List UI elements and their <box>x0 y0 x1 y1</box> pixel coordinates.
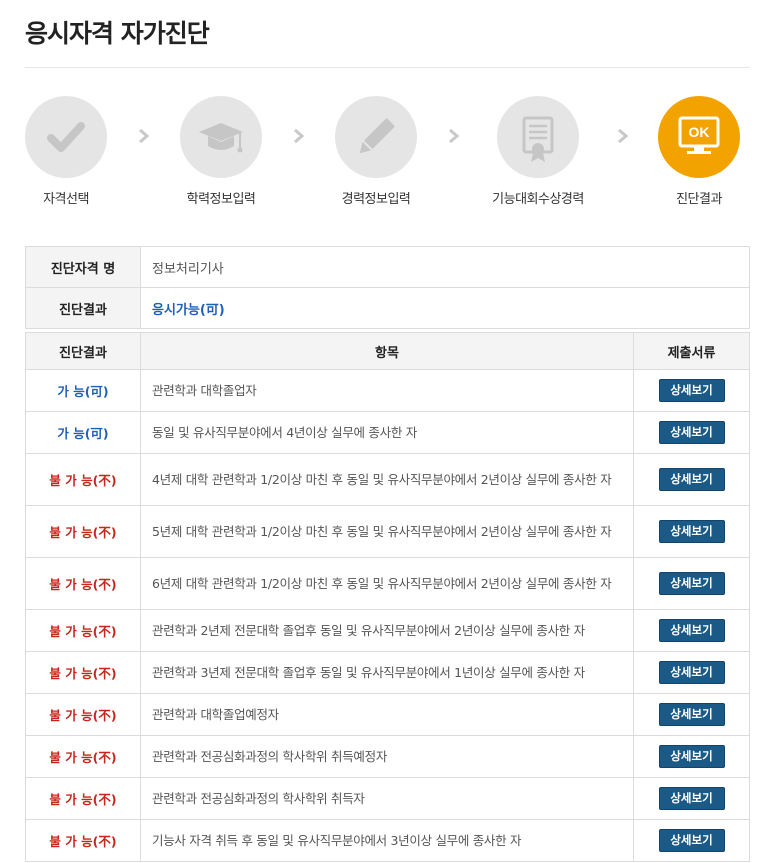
page-title: 응시자격 자가진단 <box>25 19 210 48</box>
row-documents: 상세보기 <box>633 777 750 820</box>
chevron-right-icon <box>618 128 629 144</box>
table-row: 불 가 능(不) 6년제 대학 관련학과 1/2이상 마친 후 동일 및 유사직무… <box>25 557 750 610</box>
step-career: 경력정보입력 <box>301 96 451 207</box>
detail-button[interactable]: 상세보기 <box>658 703 725 726</box>
row-documents: 상세보기 <box>633 453 750 506</box>
summary-row: 진단자격 명 정보처리기사 <box>25 246 750 288</box>
row-result: 가 능(可) <box>25 411 141 454</box>
row-result: 가 능(可) <box>25 369 141 412</box>
check-icon <box>47 122 85 152</box>
detail-button[interactable]: 상세보기 <box>658 829 725 852</box>
row-item: 관련학과 대학졸업자 <box>140 369 634 412</box>
row-item: 관련학과 전공심화과정의 학사학위 취득예정자 <box>140 735 634 778</box>
row-item: 관련학과 전공심화과정의 학사학위 취득자 <box>140 777 634 820</box>
step-circle <box>497 96 579 178</box>
certificate-icon <box>522 116 554 162</box>
chevron-right-icon <box>294 128 305 144</box>
row-documents: 상세보기 <box>633 819 750 862</box>
row-documents: 상세보기 <box>633 609 750 652</box>
table-row: 불 가 능(不) 기능사 자격 취득 후 동일 및 유사직무분야에서 3년이상 실… <box>25 819 750 862</box>
step-education: 학력정보입력 <box>146 96 296 207</box>
detail-button[interactable]: 상세보기 <box>658 745 725 768</box>
row-item: 5년제 대학 관련학과 1/2이상 마친 후 동일 및 유사직무분야에서 2년이… <box>140 505 634 558</box>
row-documents: 상세보기 <box>633 693 750 736</box>
row-documents: 상세보기 <box>633 411 750 454</box>
summary-table: 진단자격 명 정보처리기사 진단결과 응시가능(可) <box>25 246 750 329</box>
row-item: 관련학과 3년제 전문대학 졸업후 동일 및 유사직무분야에서 1년이상 실무에… <box>140 651 634 694</box>
chevron-right-icon <box>449 128 460 144</box>
table-row: 불 가 능(不) 관련학과 2년제 전문대학 졸업후 동일 및 유사직무분야에서 … <box>25 609 750 652</box>
chevron-right-icon <box>139 128 150 144</box>
row-item: 기능사 자격 취득 후 동일 및 유사직무분야에서 3년이상 실무에 종사한 자 <box>140 819 634 862</box>
row-result: 불 가 능(不) <box>25 453 141 506</box>
table-row: 불 가 능(不) 4년제 대학 관련학과 1/2이상 마친 후 동일 및 유사직무… <box>25 453 750 506</box>
table-row: 불 가 능(不) 관련학과 대학졸업예정자 상세보기 <box>25 693 750 736</box>
row-documents: 상세보기 <box>633 557 750 610</box>
row-result: 불 가 능(不) <box>25 819 141 862</box>
detail-button[interactable]: 상세보기 <box>658 468 725 491</box>
detail-button[interactable]: 상세보기 <box>658 379 725 402</box>
qualification-value: 정보처리기사 <box>140 246 750 288</box>
table-row: 불 가 능(不) 관련학과 3년제 전문대학 졸업후 동일 및 유사직무분야에서 … <box>25 651 750 694</box>
table-row: 가 능(可) 동일 및 유사직무분야에서 4년이상 실무에 종사한 자 상세보기 <box>25 411 750 454</box>
criteria-table: 진단결과 항목 제출서류 가 능(可) 관련학과 대학졸업자 상세보기 가 능(可) 동… <box>25 332 750 862</box>
row-item: 6년제 대학 관련학과 1/2이상 마친 후 동일 및 유사직무분야에서 2년이… <box>140 557 634 610</box>
detail-button[interactable]: 상세보기 <box>658 520 725 543</box>
row-result: 불 가 능(不) <box>25 693 141 736</box>
row-item: 동일 및 유사직무분야에서 4년이상 실무에 종사한 자 <box>140 411 634 454</box>
table-row: 불 가 능(不) 관련학과 전공심화과정의 학사학위 취득자 상세보기 <box>25 777 750 820</box>
step-label: 경력정보입력 <box>341 192 411 207</box>
column-header-documents: 제출서류 <box>633 332 750 370</box>
table-row: 가 능(可) 관련학과 대학졸업자 상세보기 <box>25 369 750 412</box>
row-documents: 상세보기 <box>633 369 750 412</box>
row-item: 4년제 대학 관련학과 1/2이상 마친 후 동일 및 유사직무분야에서 2년이… <box>140 453 634 506</box>
graduation-cap-icon <box>199 123 243 153</box>
step-label: 자격선택 <box>43 192 89 207</box>
row-result: 불 가 능(不) <box>25 609 141 652</box>
row-result: 불 가 능(不) <box>25 777 141 820</box>
row-documents: 상세보기 <box>633 651 750 694</box>
row-result: 불 가 능(不) <box>25 505 141 558</box>
column-header-item: 항목 <box>140 332 634 370</box>
step-circle <box>25 96 107 178</box>
progress-steps: 자격선택 학력정보입력 경력정보입력 기능대회수상경력 OK 진단결과 <box>0 96 768 216</box>
row-item: 관련학과 대학졸업예정자 <box>140 693 634 736</box>
detail-button[interactable]: 상세보기 <box>658 572 725 595</box>
row-result: 불 가 능(不) <box>25 557 141 610</box>
summary-row: 진단결과 응시가능(可) <box>25 287 750 329</box>
row-result: 불 가 능(不) <box>25 651 141 694</box>
step-label: 학력정보입력 <box>186 192 256 207</box>
result-value: 응시가능(可) <box>140 287 750 329</box>
step-label: 기능대회수상경력 <box>492 192 584 207</box>
row-documents: 상세보기 <box>633 735 750 778</box>
title-divider <box>25 67 750 68</box>
step-qualification: 자격선택 <box>0 96 141 207</box>
column-header-result: 진단결과 <box>25 332 141 370</box>
monitor-ok-icon: OK <box>678 116 720 154</box>
step-result: OK 진단결과 <box>624 96 768 207</box>
step-competition-awards: 기능대회수상경력 <box>463 96 613 207</box>
row-documents: 상세보기 <box>633 505 750 558</box>
qualification-label: 진단자격 명 <box>25 246 141 288</box>
step-label: 진단결과 <box>676 192 722 207</box>
step-circle <box>335 96 417 178</box>
row-item: 관련학과 2년제 전문대학 졸업후 동일 및 유사직무분야에서 2년이상 실무에… <box>140 609 634 652</box>
result-label: 진단결과 <box>25 287 141 329</box>
detail-button[interactable]: 상세보기 <box>658 787 725 810</box>
table-row: 불 가 능(不) 관련학과 전공심화과정의 학사학위 취득예정자 상세보기 <box>25 735 750 778</box>
ok-icon-text: OK <box>689 124 710 140</box>
step-circle <box>180 96 262 178</box>
table-header-row: 진단결과 항목 제출서류 <box>25 332 750 370</box>
detail-button[interactable]: 상세보기 <box>658 661 725 684</box>
detail-button[interactable]: 상세보기 <box>658 421 725 444</box>
page: 응시자격 자가진단 자격선택 학력정보입력 경력정보입력 기능대회수상경력 OK… <box>0 0 768 863</box>
step-circle-active: OK <box>658 96 740 178</box>
row-result: 불 가 능(不) <box>25 735 141 778</box>
pencil-icon <box>359 118 395 154</box>
criteria-body: 가 능(可) 관련학과 대학졸업자 상세보기 가 능(可) 동일 및 유사직무분야에서 … <box>25 369 750 862</box>
table-row: 불 가 능(不) 5년제 대학 관련학과 1/2이상 마친 후 동일 및 유사직무… <box>25 505 750 558</box>
detail-button[interactable]: 상세보기 <box>658 619 725 642</box>
